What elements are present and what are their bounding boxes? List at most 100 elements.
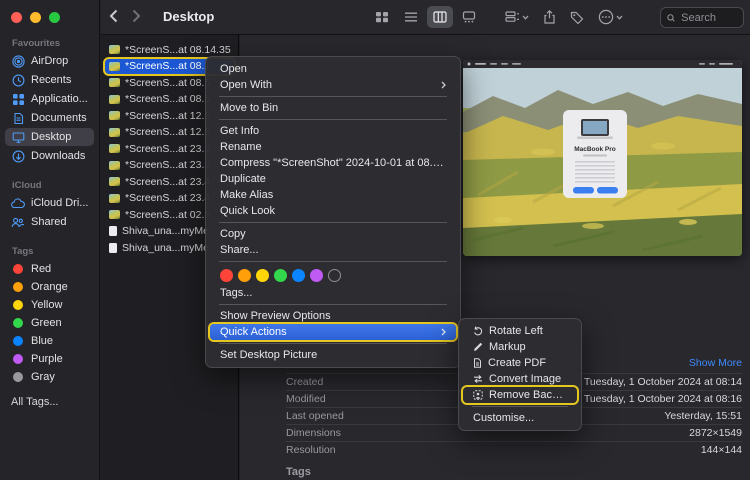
menu-item-rename[interactable]: Rename bbox=[210, 139, 456, 155]
menu-item-duplicate[interactable]: Duplicate bbox=[210, 171, 456, 187]
image-thumbnail-icon bbox=[109, 144, 120, 153]
sidebar-section-favourites: Favourites bbox=[12, 38, 99, 49]
metadata-value: Yesterday, 15:51 bbox=[664, 410, 742, 422]
tags-heading: Tags bbox=[286, 458, 742, 478]
menu-separator bbox=[219, 343, 447, 344]
menu-item-convert-image[interactable]: Convert Image bbox=[463, 371, 577, 387]
list-view-button[interactable] bbox=[398, 6, 424, 28]
image-thumbnail-icon bbox=[109, 45, 120, 54]
sidebar-item-downloads[interactable]: Downloads bbox=[5, 147, 94, 165]
view-switcher bbox=[369, 6, 482, 28]
tag-icon bbox=[570, 11, 584, 24]
no-tag-swatch[interactable] bbox=[328, 269, 341, 282]
menu-item-show-preview-options[interactable]: Show Preview Options bbox=[210, 308, 456, 324]
search-field[interactable] bbox=[660, 7, 744, 28]
sidebar-item-documents[interactable]: Documents bbox=[5, 109, 94, 127]
ellipsis-circle-icon bbox=[598, 9, 614, 25]
group-by-button[interactable] bbox=[505, 6, 529, 28]
file-name: *ScreenS...at 08.1 bbox=[125, 60, 210, 72]
submenu-chevron-icon bbox=[441, 81, 446, 89]
icon-view-button[interactable] bbox=[369, 6, 395, 28]
blue-tag-swatch[interactable] bbox=[292, 269, 305, 282]
sidebar-item-tag-orange[interactable]: Orange bbox=[5, 278, 94, 295]
metadata-label: Dimensions bbox=[286, 427, 341, 439]
menu-item-share[interactable]: Share... bbox=[210, 242, 456, 258]
yellow-tag-swatch[interactable] bbox=[256, 269, 269, 282]
sidebar-item-tag-green[interactable]: Green bbox=[5, 314, 94, 331]
tags-button[interactable] bbox=[570, 6, 584, 28]
sidebar-item-tag-gray[interactable]: Gray bbox=[5, 368, 94, 385]
metadata-label: Created bbox=[286, 376, 323, 388]
menu-item-quick-look[interactable]: Quick Look bbox=[210, 203, 456, 219]
chevron-down-icon bbox=[522, 15, 529, 20]
file-name: *ScreenS...at 23.3 bbox=[125, 159, 210, 171]
document-file-icon bbox=[109, 226, 117, 236]
menu-item-copy[interactable]: Copy bbox=[210, 226, 456, 242]
sidebar-item-recents[interactable]: Recents bbox=[5, 71, 94, 89]
purple-tag-icon bbox=[13, 354, 23, 364]
gallery-view-button[interactable] bbox=[456, 6, 482, 28]
green-tag-swatch[interactable] bbox=[274, 269, 287, 282]
metadata-row-resolution: Resolution 144×144 bbox=[286, 441, 742, 458]
zoom-button[interactable] bbox=[49, 12, 60, 23]
airdrop-icon bbox=[11, 55, 25, 68]
red-tag-swatch[interactable] bbox=[220, 269, 233, 282]
image-thumbnail-icon bbox=[109, 62, 120, 71]
quick-actions-submenu: Rotate Left Markup Create PDF Convert Im… bbox=[458, 318, 582, 431]
close-button[interactable] bbox=[11, 12, 22, 23]
clock-icon bbox=[11, 74, 25, 87]
file-name: *ScreenS...at 23.4 bbox=[125, 176, 210, 188]
minimize-button[interactable] bbox=[30, 12, 41, 23]
menu-item-compress[interactable]: Compress "*ScreenShot" 2024-10-01 at 08.… bbox=[210, 155, 456, 171]
menu-item-remove-background[interactable]: Remove Background bbox=[463, 387, 577, 403]
menu-item-markup[interactable]: Markup bbox=[463, 339, 577, 355]
menu-item-set-desktop-picture[interactable]: Set Desktop Picture bbox=[210, 347, 456, 363]
sidebar-item-label: Orange bbox=[31, 281, 68, 293]
sidebar-item-tag-yellow[interactable]: Yellow bbox=[5, 296, 94, 313]
grid-view-icon bbox=[375, 11, 389, 23]
metadata-value: Tuesday, 1 October 2024 at 08:16 bbox=[584, 393, 742, 405]
sidebar-item-label: Blue bbox=[31, 335, 53, 347]
file-name: *ScreenS...at 12.5 bbox=[125, 126, 210, 138]
sidebar-item-applications[interactable]: Applicatio... bbox=[5, 90, 94, 108]
back-button[interactable] bbox=[107, 7, 120, 25]
purple-tag-swatch[interactable] bbox=[310, 269, 323, 282]
menu-item-quick-actions[interactable]: Quick Actions bbox=[210, 324, 456, 340]
menu-item-customise[interactable]: Customise... bbox=[463, 410, 577, 426]
sidebar-item-tag-blue[interactable]: Blue bbox=[5, 332, 94, 349]
sidebar-item-tag-purple[interactable]: Purple bbox=[5, 350, 94, 367]
applications-icon bbox=[11, 93, 25, 106]
sidebar-item-airdrop[interactable]: AirDrop bbox=[5, 52, 94, 70]
image-thumbnail-icon bbox=[109, 177, 120, 186]
menu-item-get-info[interactable]: Get Info bbox=[210, 123, 456, 139]
image-thumbnail-icon bbox=[109, 128, 120, 137]
more-actions-button[interactable] bbox=[598, 6, 623, 28]
menu-item-rotate-left[interactable]: Rotate Left bbox=[463, 323, 577, 339]
sidebar-item-icloud-drive[interactable]: iCloud Dri... bbox=[5, 194, 94, 212]
column-view-button[interactable] bbox=[427, 6, 453, 28]
menu-item-move-to-bin[interactable]: Move to Bin bbox=[210, 100, 456, 116]
sidebar-item-tag-red[interactable]: Red bbox=[5, 260, 94, 277]
file-row[interactable]: *ScreenS...at 08.14.35 bbox=[105, 42, 234, 57]
menu-item-tags[interactable]: Tags... bbox=[210, 285, 456, 301]
preview-image[interactable]: MacBook Pro bbox=[463, 60, 742, 256]
image-thumbnail-icon bbox=[109, 111, 120, 120]
sidebar-section-tags: Tags bbox=[12, 246, 99, 257]
pdf-document-icon bbox=[473, 358, 482, 368]
chevron-right-icon bbox=[132, 9, 141, 23]
submenu-chevron-icon bbox=[441, 328, 446, 336]
sidebar-item-desktop[interactable]: Desktop bbox=[5, 128, 94, 146]
menu-item-create-pdf[interactable]: Create PDF bbox=[463, 355, 577, 371]
remove-background-icon bbox=[473, 390, 483, 400]
share-button[interactable] bbox=[543, 6, 556, 28]
menu-item-open[interactable]: Open bbox=[210, 61, 456, 77]
forward-button[interactable] bbox=[130, 7, 143, 25]
menu-item-make-alias[interactable]: Make Alias bbox=[210, 187, 456, 203]
orange-tag-swatch[interactable] bbox=[238, 269, 251, 282]
sidebar-item-all-tags[interactable]: All Tags... bbox=[5, 393, 94, 410]
orange-tag-icon bbox=[13, 282, 23, 292]
sidebar-item-shared[interactable]: Shared bbox=[5, 213, 94, 231]
menu-item-open-with[interactable]: Open With bbox=[210, 77, 456, 93]
search-input[interactable] bbox=[679, 11, 737, 25]
desktop-icon bbox=[11, 131, 25, 144]
